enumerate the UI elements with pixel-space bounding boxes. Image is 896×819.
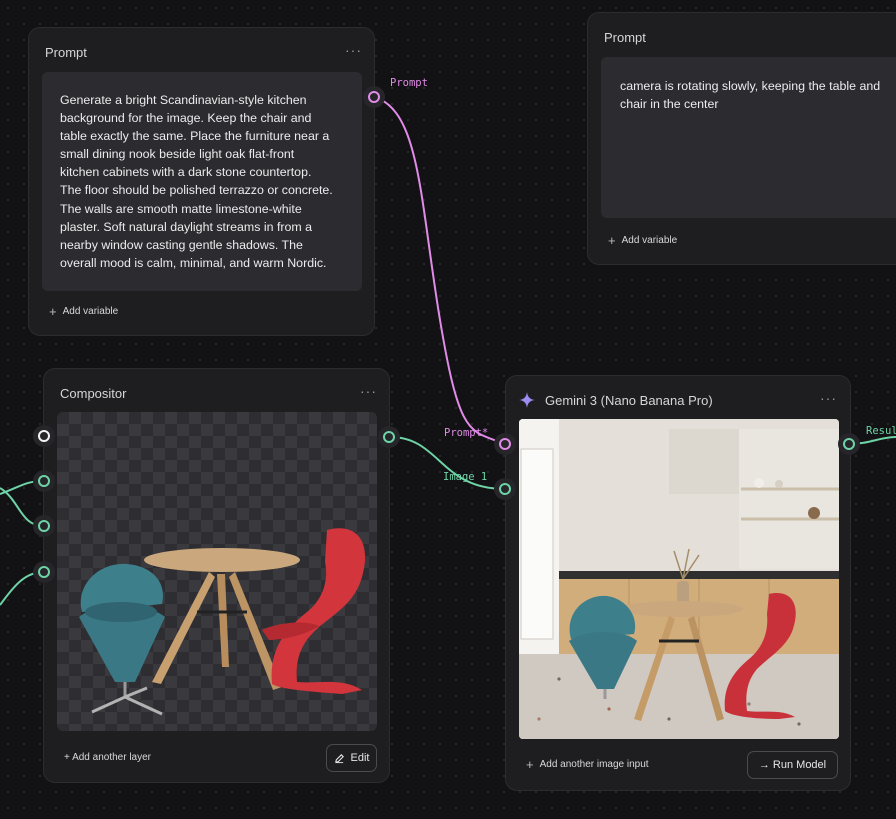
add-variable-label: Add variable — [621, 235, 678, 246]
node-title: Prompt — [604, 30, 646, 45]
compositor-node[interactable]: Compositor ··· + Add another layer Edit — [43, 368, 390, 783]
plus-icon: + — [608, 232, 616, 248]
add-image-input-button[interactable]: + Add another image input — [526, 756, 649, 772]
node-title: Prompt — [45, 45, 87, 60]
compositor-output-handle[interactable] — [378, 426, 400, 448]
more-menu-icon[interactable]: ··· — [345, 42, 362, 58]
gemini-result-output-label: Resul — [866, 425, 896, 437]
add-another-layer-button[interactable]: + Add another layer — [64, 752, 151, 763]
compositor-input-handle-2[interactable] — [33, 515, 55, 537]
prompt-text-input[interactable]: camera is rotating slowly, keeping the t… — [601, 57, 896, 218]
node-title: Compositor — [60, 386, 127, 401]
more-menu-icon[interactable]: ··· — [360, 383, 377, 399]
compositor-input-handle-empty[interactable] — [33, 425, 55, 447]
plus-icon: + — [49, 303, 57, 319]
edge-prompt-to-gemini — [373, 96, 506, 445]
gemini-prompt-input-label: Prompt* — [444, 427, 489, 439]
gemini-image-input-handle[interactable] — [494, 478, 516, 500]
prompt-output-label: Prompt — [390, 77, 428, 89]
compositor-canvas-preview — [57, 412, 377, 731]
gemini-result-output-handle[interactable] — [838, 433, 860, 455]
add-variable-button[interactable]: + Add variable — [49, 303, 119, 319]
more-menu-icon[interactable]: ··· — [820, 390, 837, 406]
run-model-button[interactable]: → Run Model — [747, 751, 838, 779]
prompt-text-input[interactable]: Generate a bright Scandinavian-style kit… — [42, 72, 362, 291]
plus-icon: + — [526, 756, 534, 772]
gemini-model-node[interactable]: Gemini 3 (Nano Banana Pro) ··· + Add ano… — [505, 375, 851, 791]
pencil-icon — [334, 753, 344, 763]
generated-image-output — [519, 419, 839, 739]
edit-button[interactable]: Edit — [326, 744, 377, 772]
prompt-node[interactable]: Prompt ··· Generate a bright Scandinavia… — [28, 27, 375, 336]
add-variable-button[interactable]: + Add variable — [608, 232, 678, 248]
node-title: Gemini 3 (Nano Banana Pro) — [545, 393, 713, 408]
gemini-image-input-label: Image 1 — [443, 471, 488, 483]
edit-button-label: Edit — [350, 752, 370, 764]
add-image-input-label: Add another image input — [539, 759, 649, 770]
compositor-input-handle-1[interactable] — [33, 470, 55, 492]
kitchen-scene-image — [519, 419, 839, 739]
gemini-prompt-input-handle[interactable] — [494, 433, 516, 455]
add-variable-label: Add variable — [62, 306, 119, 317]
prompt-node-2[interactable]: Prompt camera is rotating slowly, keepin… — [587, 12, 896, 265]
sparkle-icon — [519, 392, 535, 408]
chair-table-cutout-image — [79, 528, 366, 716]
compositor-input-handle-3[interactable] — [33, 561, 55, 583]
prompt-output-handle[interactable] — [363, 86, 385, 108]
